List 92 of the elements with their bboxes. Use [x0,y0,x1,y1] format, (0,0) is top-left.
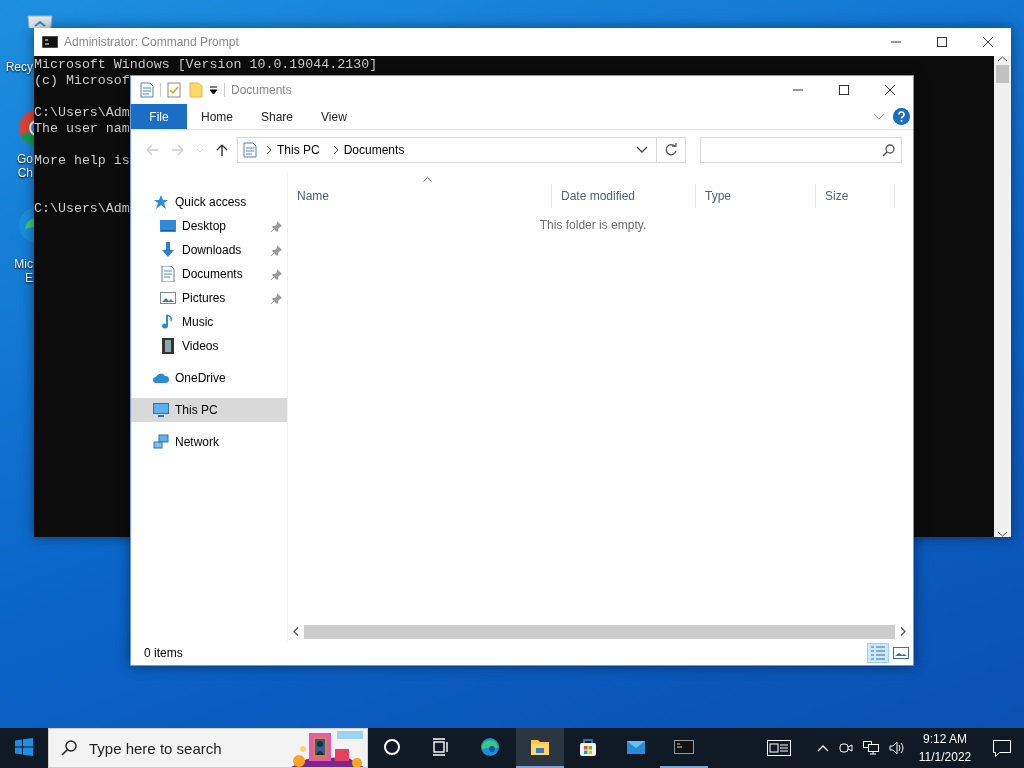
console-text: C:\Users\Adm [34,105,130,121]
console-icon[interactable] [674,737,694,757]
dropdown-icon[interactable] [209,85,218,95]
ribbon-tab[interactable]: Share [247,104,308,129]
chevron-up-icon[interactable] [817,744,829,752]
windows-logo-icon[interactable] [15,738,33,756]
window-title: Administrator: Command Prompt [64,35,239,49]
file-menu-button[interactable]: File [131,104,187,129]
computer-icon [153,402,169,418]
column-header[interactable]: Date modified [552,184,696,208]
cortana-icon[interactable] [382,737,402,757]
nav-item[interactable]: Documents [131,262,287,286]
icon-label[interactable]: Go [17,152,33,166]
refresh-icon[interactable] [664,143,678,157]
column-header[interactable]: Size [816,184,895,208]
nav-item[interactable]: Quick access [131,190,287,214]
address-bar[interactable]: This PC Documents [237,137,657,163]
desktop-icon [160,218,176,234]
pin-icon[interactable] [271,245,282,256]
maximize-icon[interactable] [839,85,849,95]
properties-icon[interactable] [140,82,154,98]
pictures-icon [160,290,176,306]
pin-icon[interactable] [271,221,282,232]
dropdown-icon [636,146,648,154]
edge-icon[interactable] [480,737,500,757]
nav-item[interactable]: Downloads [131,238,287,262]
expand-ribbon-icon[interactable] [873,112,885,121]
nav-item[interactable]: Network [131,430,287,454]
search-field[interactable]: Type here to search [87,738,281,758]
column-header[interactable]: Name [288,184,552,208]
search-icon [882,143,895,157]
pin-icon[interactable] [271,269,282,280]
network-icon [153,434,169,450]
breadcrumb-link[interactable]: Documents [339,143,409,157]
notification-icon[interactable] [993,739,1011,757]
document-icon [243,142,257,158]
console-icon [42,36,58,48]
nav-item[interactable]: Pictures [131,286,287,310]
console-text: More help is [34,153,130,169]
scroll-left-icon[interactable] [293,627,299,636]
scroll-down-icon[interactable] [998,531,1007,537]
taskbar-button[interactable] [516,728,564,768]
nav-item[interactable]: Music [131,310,287,334]
refresh-button[interactable] [657,137,686,163]
volume-icon[interactable] [889,741,905,755]
close-icon[interactable] [983,37,993,47]
news-icon[interactable] [767,740,791,756]
help-icon[interactable] [893,108,910,125]
chevron-icon[interactable] [331,145,340,155]
star-icon [153,194,169,210]
scroll-thumb[interactable] [996,65,1009,83]
maximize-icon[interactable] [937,37,947,47]
chevron-icon[interactable] [265,145,273,155]
folder-icon[interactable] [530,737,550,757]
camera-icon[interactable] [839,741,853,755]
pin-icon[interactable] [271,293,282,304]
search-box[interactable]: Type here to search [48,728,368,768]
nav-item[interactable]: Videos [131,334,287,358]
scroll-up-icon[interactable] [998,56,1007,62]
scroll-right-icon[interactable] [900,627,906,636]
ribbon-tab[interactable]: View [307,104,361,129]
breadcrumb-link[interactable]: This PC [273,143,324,157]
clock-time[interactable]: 9:12 AM [910,730,980,748]
search-icon [61,740,77,756]
item-count: 0 items [144,646,183,660]
document-icon [160,266,176,282]
sort-caret-icon[interactable] [423,176,432,182]
window-title: Documents [231,83,292,97]
down-arrow-icon [160,242,176,258]
console-text: The user nam [34,121,130,137]
icon-label[interactable]: E [25,271,33,285]
close-icon[interactable] [885,85,895,95]
console-text: C:\Users\Adm [34,201,130,217]
icon-label[interactable]: Mic [14,257,33,271]
empty-folder-message: This folder is empty. [539,218,647,232]
console-text: (c) Microsof [34,73,130,89]
icon-label[interactable]: Recy [5,60,33,74]
clock-date[interactable]: 11/1/2022 [910,748,980,766]
nav-item[interactable]: OneDrive [131,366,287,390]
network-icon[interactable] [863,741,879,755]
nav-item[interactable]: This PC [131,398,287,422]
search-field[interactable] [700,137,902,163]
shopping-bag-icon[interactable] [578,737,598,757]
icon-label[interactable]: Ch [17,166,33,180]
task-view-icon[interactable] [430,737,450,757]
console-text: Microsoft Windows [Version 10.0.19044.2130] [34,57,378,73]
nav-item[interactable]: Desktop [131,214,287,238]
ribbon-tab[interactable]: Home [187,104,247,129]
checkmark-icon[interactable] [167,82,181,98]
column-header[interactable]: Type [696,184,816,208]
film-icon [160,338,176,354]
scrollbar[interactable] [994,56,1011,537]
